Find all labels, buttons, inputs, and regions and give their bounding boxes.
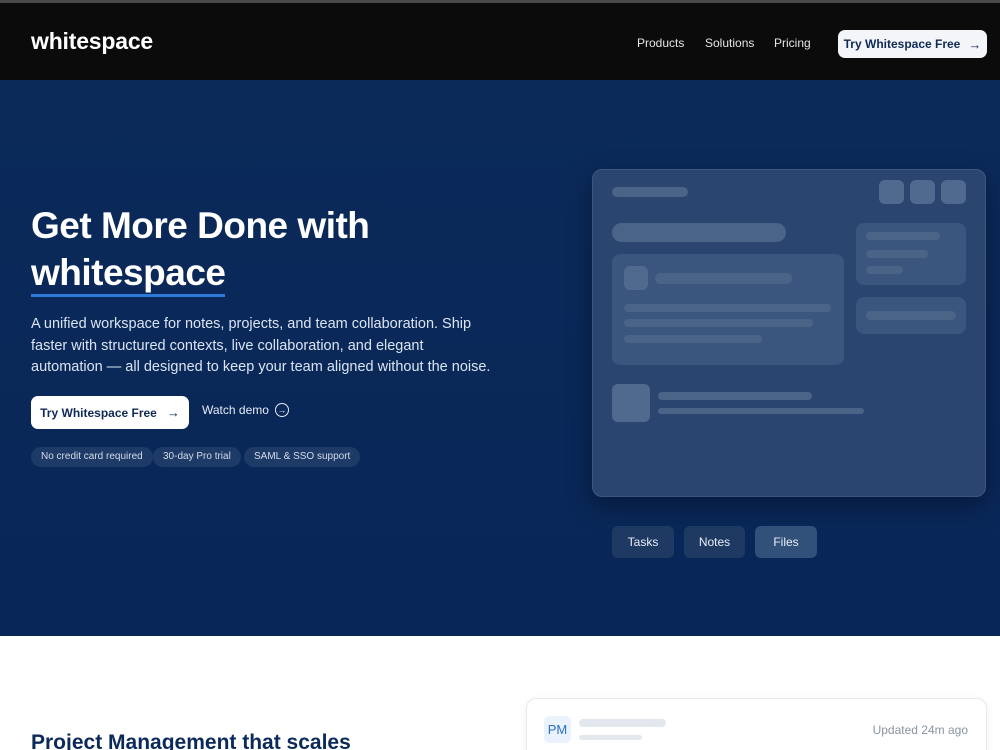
top-nav: whitespace Products Solutions Pricing Tr… [0,0,1000,80]
mockup-window-button [910,180,935,204]
hero-description: A unified workspace for notes, projects,… [31,316,491,375]
app-mockup: Tasks Notes Files [592,169,986,558]
section-title: Project Management that scales [31,731,351,750]
mockup-tab-files: Files [755,526,817,558]
hero-section: Get More Done with whitespace A unified … [0,80,1000,636]
mockup-side-panel [856,297,966,334]
arrow-right-icon: → [166,405,180,420]
project-card: PM Updated 24m ago [526,698,987,750]
hero-try-free-button[interactable]: Try Whitespace Free → [31,396,189,429]
nav-cta-label: Try Whitespace Free [843,37,961,51]
updated-timestamp: Updated 24m ago [872,723,968,737]
card-text-placeholder [579,719,666,727]
arrow-right-icon: → [968,36,982,52]
nav-link-pricing[interactable]: Pricing [774,36,811,50]
hero-title-brand: whitespace [31,254,226,297]
mockup-text-placeholder [624,319,813,327]
hero-cta-label: Try Whitespace Free [40,405,157,420]
nav-link-products[interactable]: Products [637,36,684,50]
nav-try-free-button[interactable]: Try Whitespace Free → [838,30,987,58]
mockup-text-placeholder [655,273,792,284]
watch-demo-link[interactable]: Watch demo → [202,403,289,417]
mockup-text-placeholder [866,250,928,258]
mockup-avatar-placeholder [624,266,648,290]
mockup-text-placeholder [658,392,812,400]
mockup-window-button [941,180,966,204]
pm-badge: PM [544,716,571,743]
mockup-heading-placeholder [612,223,786,242]
hero-title-line: Get More Done with [31,205,370,246]
mockup-text-placeholder [866,232,940,240]
card-text-placeholder [579,735,642,740]
mockup-side-panel [856,223,966,285]
mockup-text-placeholder [624,304,831,312]
mockup-text-placeholder [658,408,864,414]
chip-no-credit-card: No credit card required [31,447,153,467]
mockup-text-placeholder [624,335,762,343]
nav-link-solutions[interactable]: Solutions [705,36,754,50]
circle-arrow-right-icon: → [274,403,289,417]
mockup-title-placeholder [612,187,688,197]
mockup-text-placeholder [866,266,903,274]
mockup-main-panel [612,254,844,365]
mockup-text-placeholder [866,311,956,320]
mockup-window-button [879,180,904,204]
mockup-thumbnail-placeholder [612,384,650,422]
logo[interactable]: whitespace [31,28,153,55]
mockup-tab-tasks: Tasks [612,526,674,558]
chip-saml-sso: SAML & SSO support [244,447,361,467]
hero-title: Get More Done with whitespace [31,202,370,297]
chip-pro-trial: 30-day Pro trial [153,447,241,467]
mockup-tab-notes: Notes [684,526,745,558]
watch-demo-label: Watch demo [202,403,269,417]
